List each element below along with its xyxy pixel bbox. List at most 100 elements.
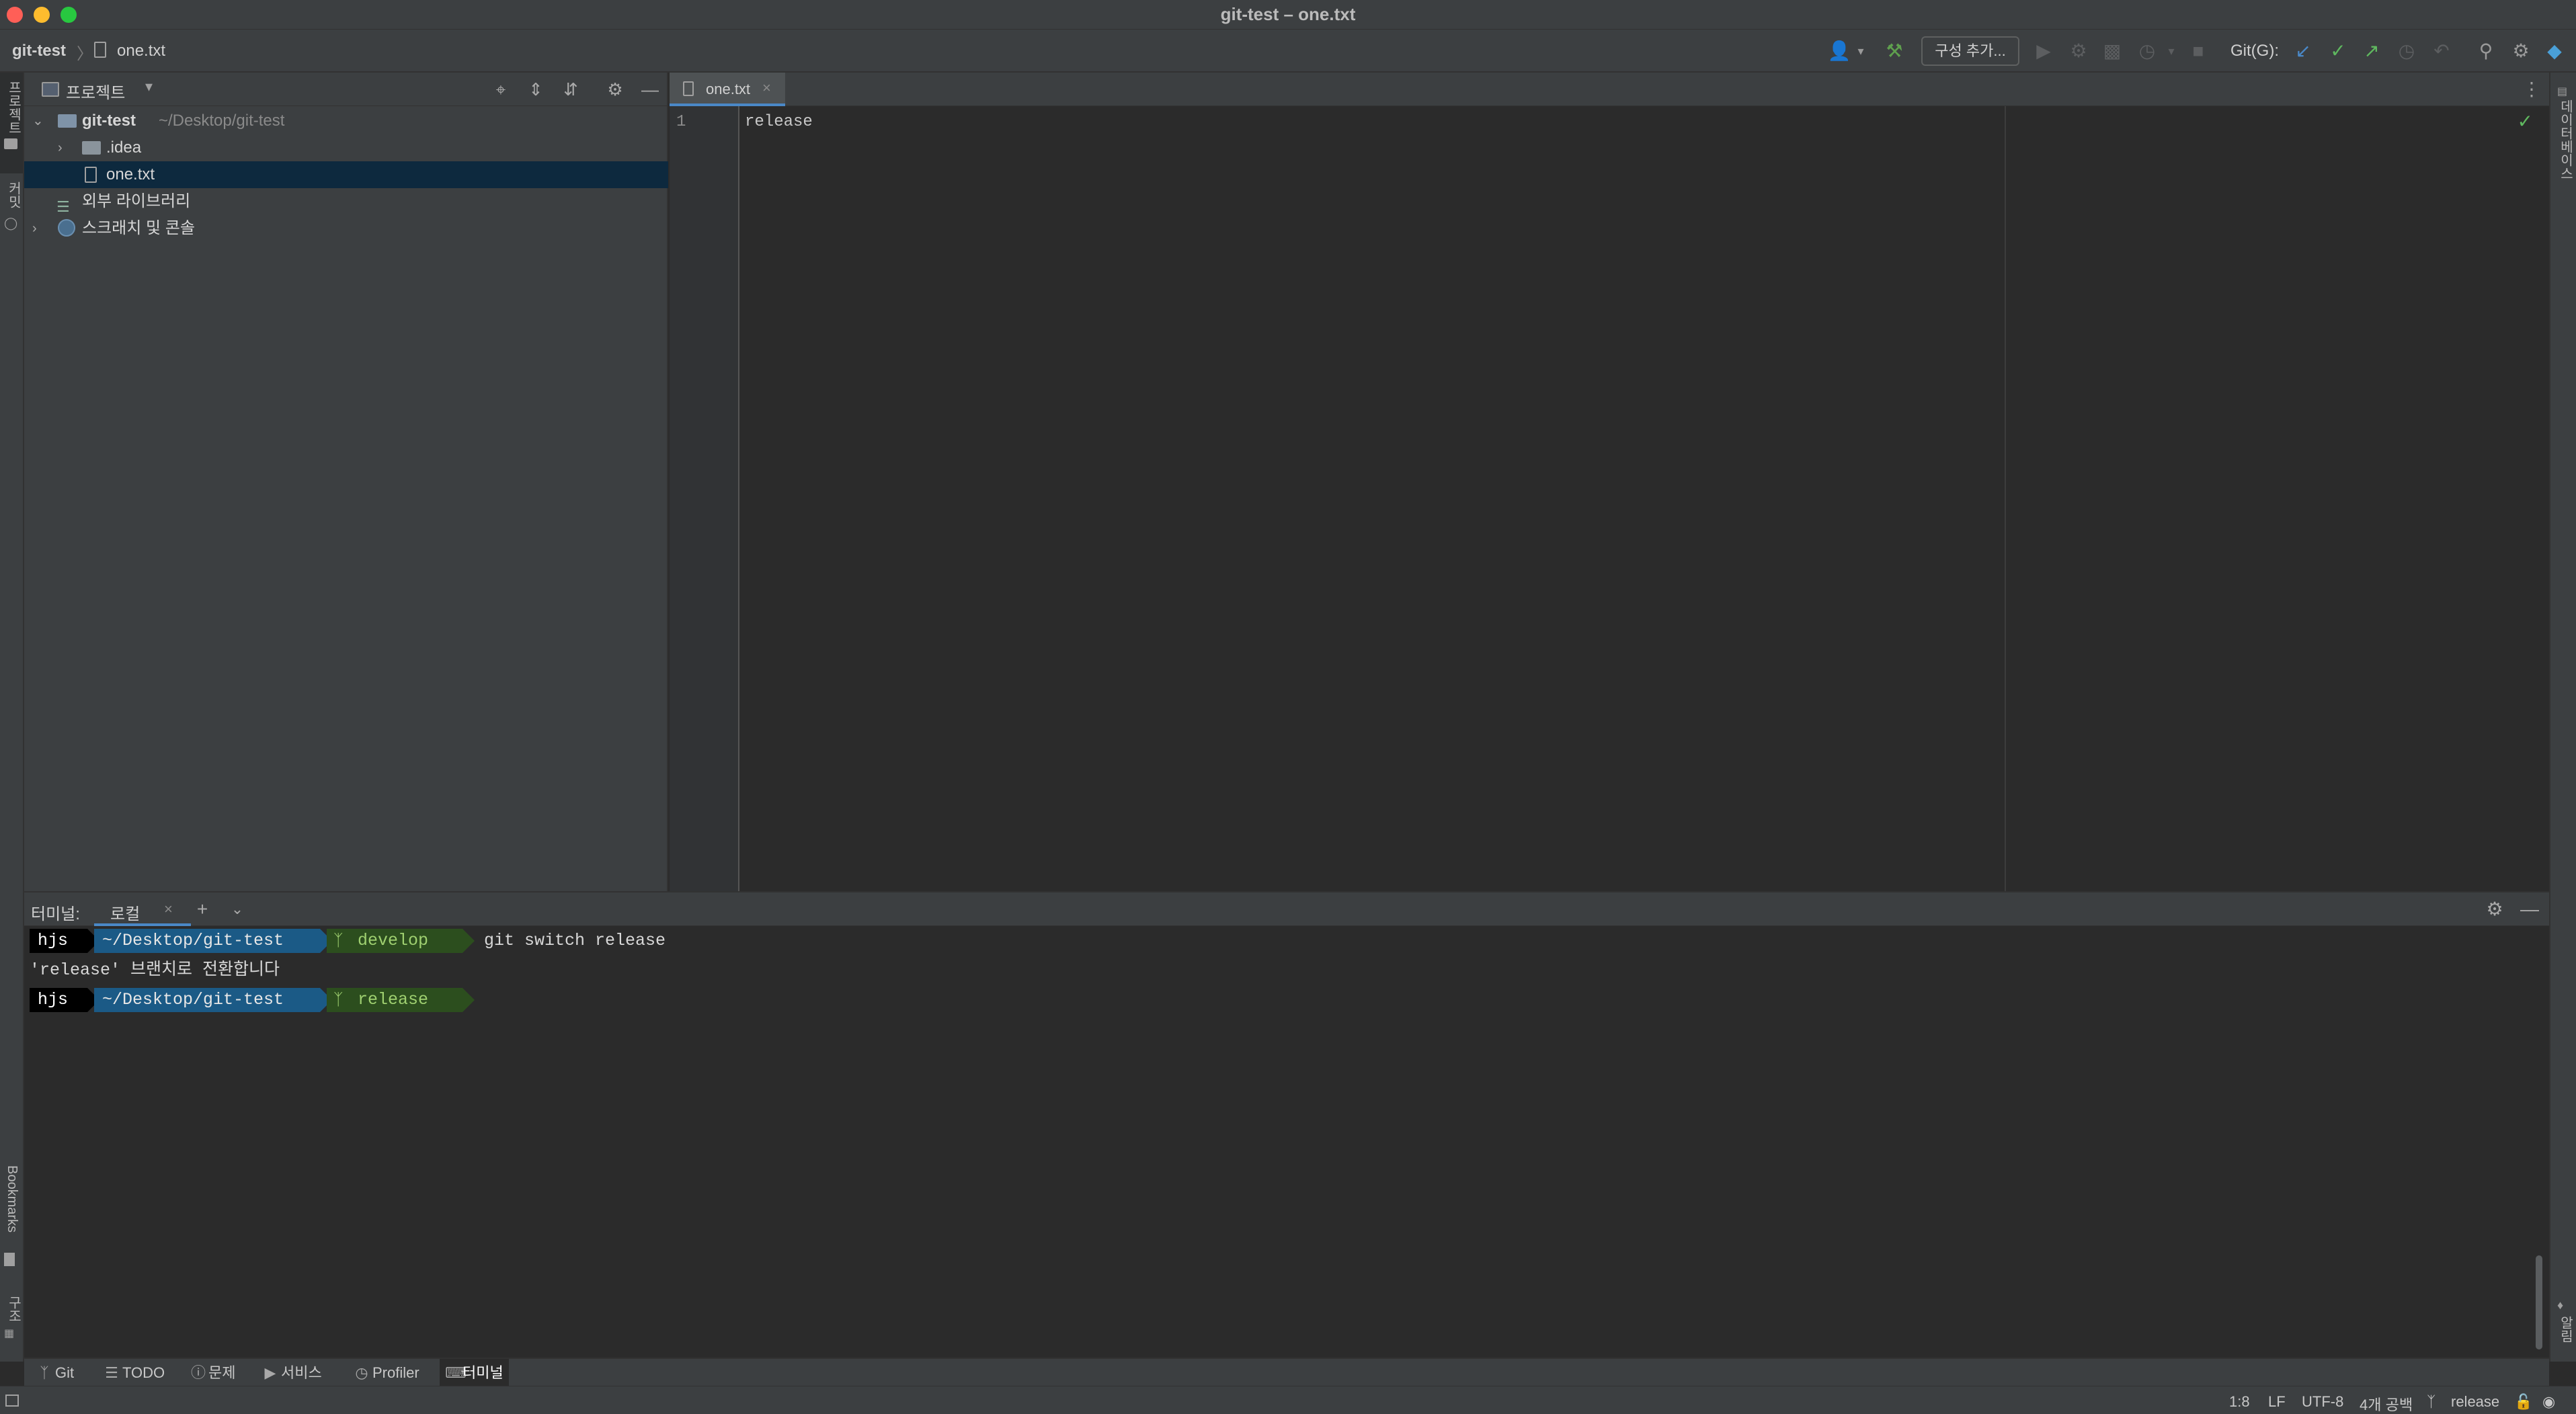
prompt-user: hjs [30, 929, 87, 953]
tab-label: one.txt [706, 81, 751, 97]
stripe-notifications-tab[interactable]: 알림 [2556, 1316, 2575, 1343]
chevron-down-icon[interactable]: ▾ [145, 78, 153, 95]
prompt-separator [462, 929, 475, 953]
toolbox-icon[interactable]: ◆ [2542, 39, 2567, 63]
tool-profiler[interactable]: ◷ Profiler [350, 1359, 425, 1387]
stripe-bookmarks-tab[interactable]: Bookmarks [4, 1165, 19, 1233]
branch-icon: ᛉ [2427, 1393, 2436, 1410]
search-icon[interactable]: ⚲ [2474, 39, 2498, 63]
tool-problems[interactable]: ⓘ 문제 [186, 1359, 241, 1387]
status-bar: 1:8 LF UTF-8 4개 공백 ᛉ release 🔓 ◉ [0, 1386, 2576, 1414]
structure-icon: ▦ [4, 1328, 15, 1339]
project-panel: 프로젝트 ▾ ⌖ ⇕ ⇵ ⚙ — ⌄ git-test ~/Desktop/gi… [24, 73, 668, 891]
more-options-icon[interactable]: ⋮ [2522, 78, 2541, 100]
expand-all-icon[interactable]: ⇕ [524, 78, 547, 101]
chevron-right-icon[interactable]: › [58, 134, 63, 161]
git-push-icon[interactable]: ↗ [2360, 39, 2384, 63]
tool-label: Profiler [372, 1364, 419, 1381]
settings-icon[interactable]: ⚙ [604, 78, 627, 101]
git-label: Git(G): [2230, 42, 2279, 60]
chevron-right-icon[interactable]: › [32, 215, 37, 242]
tree-item-one-txt[interactable]: one.txt [24, 161, 668, 188]
history-icon[interactable]: ◷ [2394, 39, 2419, 63]
chevron-down-icon[interactable]: ▾ [1849, 39, 1873, 63]
tree-item-label: 외부 라이브러리 [82, 192, 191, 210]
locate-icon[interactable]: ⌖ [489, 78, 512, 101]
terminal-scrollbar[interactable] [2536, 1255, 2542, 1349]
stop-icon[interactable]: ■ [2186, 39, 2210, 63]
hide-panel-icon[interactable]: — [2518, 898, 2541, 921]
run-icon[interactable]: ▶ [2031, 39, 2056, 63]
tab-terminal-local[interactable]: 로컬 × [94, 892, 191, 926]
tool-git[interactable]: ᛉ Git [32, 1359, 79, 1387]
tool-todo[interactable]: ☰ TODO [99, 1359, 170, 1387]
stripe-structure-tab[interactable]: 구조 [4, 1296, 24, 1323]
scratch-icon [58, 219, 75, 237]
user-icon[interactable]: 👤 [1827, 39, 1851, 63]
bookmark-icon [4, 1253, 15, 1266]
commit-icon: ◯ [4, 216, 18, 230]
editor-gutter: 1 [670, 106, 739, 891]
add-icon[interactable]: + [191, 898, 214, 921]
editor-code-line[interactable]: release [745, 113, 813, 131]
tab-label: 로컬 [110, 905, 140, 923]
close-icon[interactable]: × [762, 79, 771, 97]
tool-label: TODO [122, 1364, 165, 1381]
tree-item-idea[interactable]: › .idea [24, 134, 668, 161]
breadcrumb-separator: 〉 [77, 45, 93, 63]
text-file-icon [85, 167, 97, 183]
add-configuration-button[interactable]: 구성 추가... [1921, 36, 2019, 66]
memory-indicator-icon[interactable]: ◉ [2542, 1393, 2555, 1411]
lock-icon[interactable]: 🔓 [2514, 1393, 2532, 1411]
chevron-down-icon[interactable]: ⌄ [226, 898, 249, 921]
stripe-project-tab[interactable]: 프로젝트 [4, 81, 24, 134]
settings-icon[interactable]: ⚙ [2509, 39, 2533, 63]
hide-panel-icon[interactable]: — [639, 78, 661, 101]
tree-item-label: .idea [106, 138, 142, 157]
file-encoding[interactable]: UTF-8 [2302, 1393, 2343, 1411]
tree-item-scratches[interactable]: › 스크래치 및 콘솔 [24, 215, 668, 242]
tree-item-label: 스크래치 및 콘솔 [82, 219, 195, 237]
project-view-selector[interactable]: 프로젝트 [66, 79, 125, 103]
settings-icon[interactable]: ⚙ [2483, 898, 2506, 921]
prompt-branch: release [327, 988, 462, 1012]
debug-icon[interactable]: ⚙ [2066, 39, 2091, 63]
breadcrumb-project[interactable]: git-test [12, 42, 66, 60]
stripe-commit-tab[interactable]: 커밋 [4, 181, 24, 208]
terminal-prompt-line[interactable]: hjs ~/Desktop/git-test release ᛉ [30, 987, 836, 1013]
git-commit-icon[interactable]: ✓ [2326, 39, 2350, 63]
terminal-command: git switch release [484, 931, 666, 950]
breadcrumb-file[interactable]: one.txt [117, 42, 165, 60]
tool-label: Git [55, 1364, 75, 1381]
file-icon [94, 42, 106, 58]
branch-icon: ᛉ [333, 933, 344, 951]
collapse-all-icon[interactable]: ⇵ [559, 78, 582, 101]
tool-services[interactable]: ▶ 서비스 [258, 1359, 327, 1387]
tree-item-git-test[interactable]: ⌄ git-test ~/Desktop/git-test [24, 108, 668, 134]
tool-label: 터미널 [462, 1364, 504, 1381]
branch-icon: ᛉ [333, 992, 344, 1010]
close-icon[interactable]: × [164, 901, 173, 918]
rollback-icon[interactable]: ↶ [2429, 39, 2454, 63]
indent-setting[interactable]: 4개 공백 [2360, 1393, 2413, 1414]
profile-icon[interactable]: ◷ [2135, 39, 2159, 63]
tool-terminal[interactable]: ⌨터미널 [440, 1359, 509, 1387]
stripe-database-tab[interactable]: 데이터베이스 [2556, 99, 2575, 180]
tree-item-path: ~/Desktop/git-test [159, 112, 285, 130]
right-tool-stripe: ▤ 데이터베이스 ♦ 알림 [2549, 73, 2576, 1362]
git-update-icon[interactable]: ↙ [2291, 39, 2315, 63]
chevron-down-icon[interactable]: ⌄ [32, 108, 44, 134]
line-separator[interactable]: LF [2268, 1393, 2286, 1411]
toggle-tool-windows-icon[interactable] [5, 1395, 19, 1407]
git-branch-widget[interactable]: release [2451, 1393, 2499, 1411]
tree-item-external-libraries[interactable]: ☰ 외부 라이브러리 [24, 188, 668, 215]
hammer-icon[interactable]: ⚒ [1882, 39, 1906, 63]
window-title: git-test – one.txt [1220, 4, 1356, 24]
chevron-down-icon[interactable]: ▾ [2159, 39, 2183, 63]
tree-item-label: one.txt [106, 165, 155, 183]
caret-position[interactable]: 1:8 [2229, 1393, 2250, 1411]
coverage-icon[interactable]: ▩ [2100, 39, 2124, 63]
check-icon: ✓ [2517, 111, 2533, 132]
terminal-header: 터미널: 로컬 × + ⌄ ⚙ — [24, 892, 2549, 926]
tab-one-txt[interactable]: one.txt × [670, 73, 785, 106]
